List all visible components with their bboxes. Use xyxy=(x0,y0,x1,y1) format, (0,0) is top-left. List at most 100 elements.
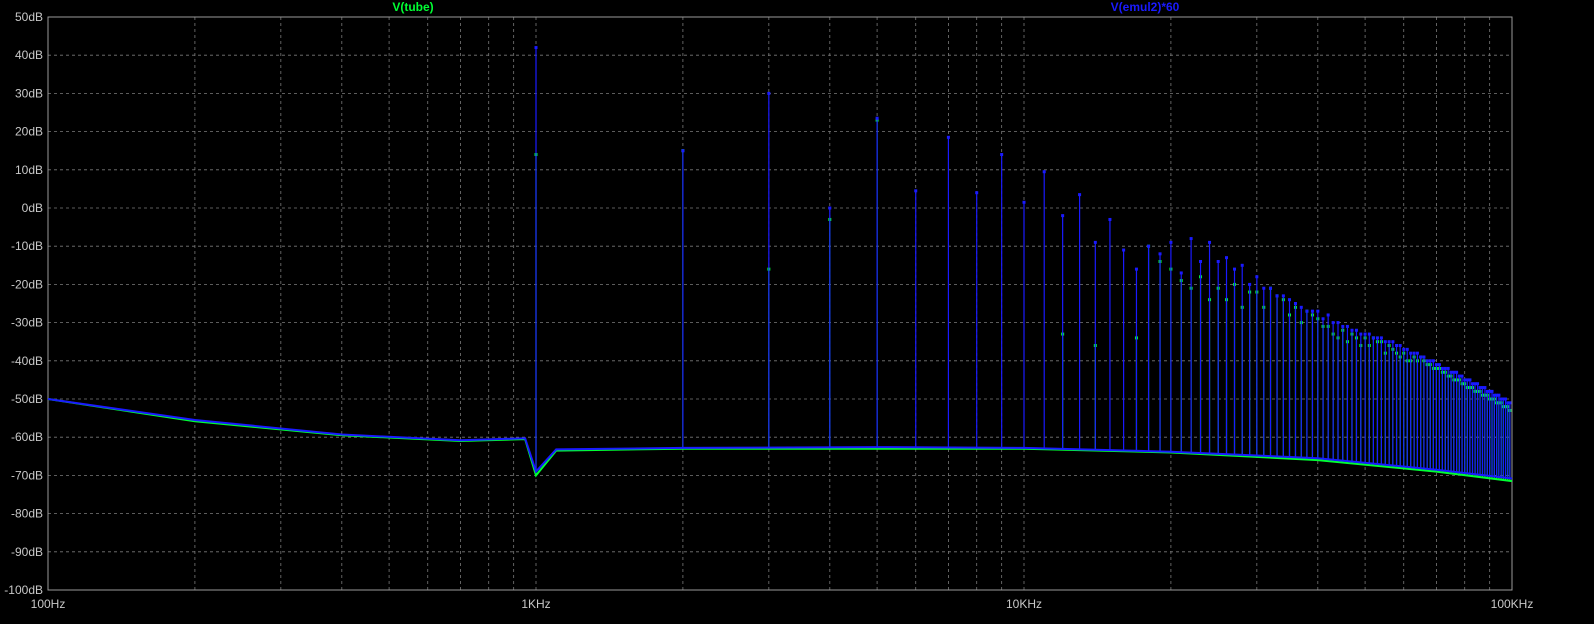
harmonic-peak-marker xyxy=(1419,355,1423,359)
harmonic-peak-marker xyxy=(1415,351,1419,355)
harmonic-peak-marker xyxy=(1189,237,1193,241)
harmonic-peak-marker xyxy=(1134,267,1138,271)
y-tick-label: 0dB xyxy=(22,201,43,215)
y-tick-label: 40dB xyxy=(15,48,43,62)
harmonic-peak-marker xyxy=(1431,359,1435,363)
x-tick-label: 1KHz xyxy=(521,597,550,611)
harmonic-peak-marker xyxy=(1434,363,1438,367)
harmonic-peak-marker xyxy=(1455,370,1459,374)
harmonic-peak-marker xyxy=(1367,332,1371,336)
harmonic-peak-marker xyxy=(1379,336,1383,340)
y-tick-label: -30dB xyxy=(11,316,43,330)
harmonic-peak-marker xyxy=(1305,309,1309,313)
harmonic-peak-marker xyxy=(1326,313,1330,317)
harmonic-peak-marker xyxy=(1412,351,1416,355)
harmonic-peak-marker xyxy=(1425,359,1429,363)
harmonic-peak-marker xyxy=(1331,321,1335,325)
harmonic-peak-marker xyxy=(1208,240,1212,244)
y-tick-label: -20dB xyxy=(11,277,43,291)
y-tick-label: -80dB xyxy=(11,507,43,521)
harmonic-peak-marker xyxy=(1465,378,1469,382)
y-tick-label: 20dB xyxy=(15,125,43,139)
harmonic-peak-marker xyxy=(1336,321,1340,325)
harmonic-peak-marker xyxy=(1483,386,1487,390)
harmonic-peak-marker xyxy=(767,91,771,95)
harmonic-peak-marker xyxy=(1248,282,1252,286)
harmonic-peak-marker xyxy=(1460,374,1464,378)
y-tick-label: -10dB xyxy=(11,239,43,253)
harmonic-peak-marker xyxy=(1179,271,1183,275)
harmonic-peak-marker xyxy=(1354,328,1358,332)
harmonic-peak-marker xyxy=(681,149,685,153)
harmonic-peak-marker xyxy=(534,46,538,50)
harmonic-peak-marker xyxy=(1255,275,1259,279)
harmonic-peak-marker xyxy=(1000,153,1004,157)
harmonic-peak-marker xyxy=(1490,389,1494,393)
harmonic-peak-marker xyxy=(1402,347,1406,351)
y-tick-label: 50dB xyxy=(15,10,43,24)
harmonic-peak-marker xyxy=(1446,366,1450,370)
harmonic-peak-marker xyxy=(1225,256,1229,260)
x-tick-label: 100Hz xyxy=(31,597,66,611)
harmonic-peak-marker xyxy=(914,189,918,193)
harmonic-peak-marker xyxy=(828,206,832,210)
harmonic-peak-marker xyxy=(1078,193,1082,197)
harmonic-peak-marker xyxy=(1341,324,1345,328)
harmonic-peak-marker xyxy=(1463,378,1467,382)
harmonic-peak-marker xyxy=(1288,298,1292,302)
harmonic-peak-marker xyxy=(1061,214,1065,218)
harmonic-peak-marker xyxy=(1375,336,1379,340)
harmonic-peak-marker xyxy=(1383,340,1387,344)
harmonic-peak-marker xyxy=(1269,286,1273,290)
y-tick-label: -100dB xyxy=(4,583,43,597)
harmonic-peak-marker xyxy=(1233,267,1237,271)
harmonic-peak-marker xyxy=(1398,344,1402,348)
harmonic-peak-marker xyxy=(1199,259,1203,263)
harmonic-peak-marker xyxy=(1321,317,1325,321)
harmonic-peak-marker xyxy=(1262,286,1266,290)
harmonic-peak-marker xyxy=(1457,374,1461,378)
harmonic-peak-marker xyxy=(1147,244,1151,248)
harmonic-peak-marker xyxy=(1158,252,1162,256)
harmonic-peak-marker xyxy=(1405,347,1409,351)
harmonic-peak-marker xyxy=(1363,332,1367,336)
legend-v-tube: V(tube) xyxy=(392,0,433,14)
harmonic-peak-marker xyxy=(1497,393,1501,397)
x-tick-label: 100KHz xyxy=(1491,597,1534,611)
plot-background xyxy=(0,0,1594,624)
y-tick-label: -70dB xyxy=(11,468,43,482)
harmonic-peak-marker xyxy=(1299,305,1303,309)
harmonic-peak-marker xyxy=(1468,378,1472,382)
harmonic-peak-marker xyxy=(1122,248,1126,252)
harmonic-peak-marker xyxy=(1169,240,1173,244)
harmonic-peak-marker xyxy=(1387,340,1391,344)
harmonic-peak-marker xyxy=(1504,397,1508,401)
y-tick-label: -40dB xyxy=(11,354,43,368)
legend-v-emul2: V(emul2)*60 xyxy=(1111,0,1180,14)
harmonic-peak-marker xyxy=(975,191,979,195)
y-tick-label: -60dB xyxy=(11,430,43,444)
harmonic-peak-marker xyxy=(1293,302,1297,305)
harmonic-peak-marker xyxy=(1371,336,1375,340)
harmonic-peak-marker xyxy=(875,116,879,120)
harmonic-peak-marker xyxy=(1345,324,1349,328)
harmonic-peak-marker xyxy=(1240,263,1244,267)
harmonic-peak-marker xyxy=(1042,170,1046,174)
harmonic-peak-marker xyxy=(1443,366,1447,370)
y-tick-label: 10dB xyxy=(15,163,43,177)
harmonic-peak-marker xyxy=(1440,366,1444,370)
harmonic-peak-marker xyxy=(1395,344,1399,348)
harmonic-peak-marker xyxy=(1391,340,1395,344)
harmonic-peak-marker xyxy=(1310,309,1314,313)
spectrum-plot: 50dB 40dB 30dB 20dB 10dB 0dB -10dB -20dB -30dB -4… xyxy=(0,0,1594,624)
harmonic-peak-marker xyxy=(1428,359,1432,363)
harmonic-peak-marker xyxy=(1216,259,1220,263)
harmonic-peak-marker xyxy=(1359,332,1363,336)
harmonic-peak-marker xyxy=(1452,370,1456,374)
harmonic-peak-marker xyxy=(1281,294,1285,298)
harmonic-peak-marker xyxy=(1437,363,1441,367)
harmonic-peak-marker xyxy=(1350,328,1354,332)
harmonic-peak-marker xyxy=(1409,351,1413,355)
harmonic-peak-marker xyxy=(1022,200,1026,204)
y-tick-label: -90dB xyxy=(11,545,43,559)
